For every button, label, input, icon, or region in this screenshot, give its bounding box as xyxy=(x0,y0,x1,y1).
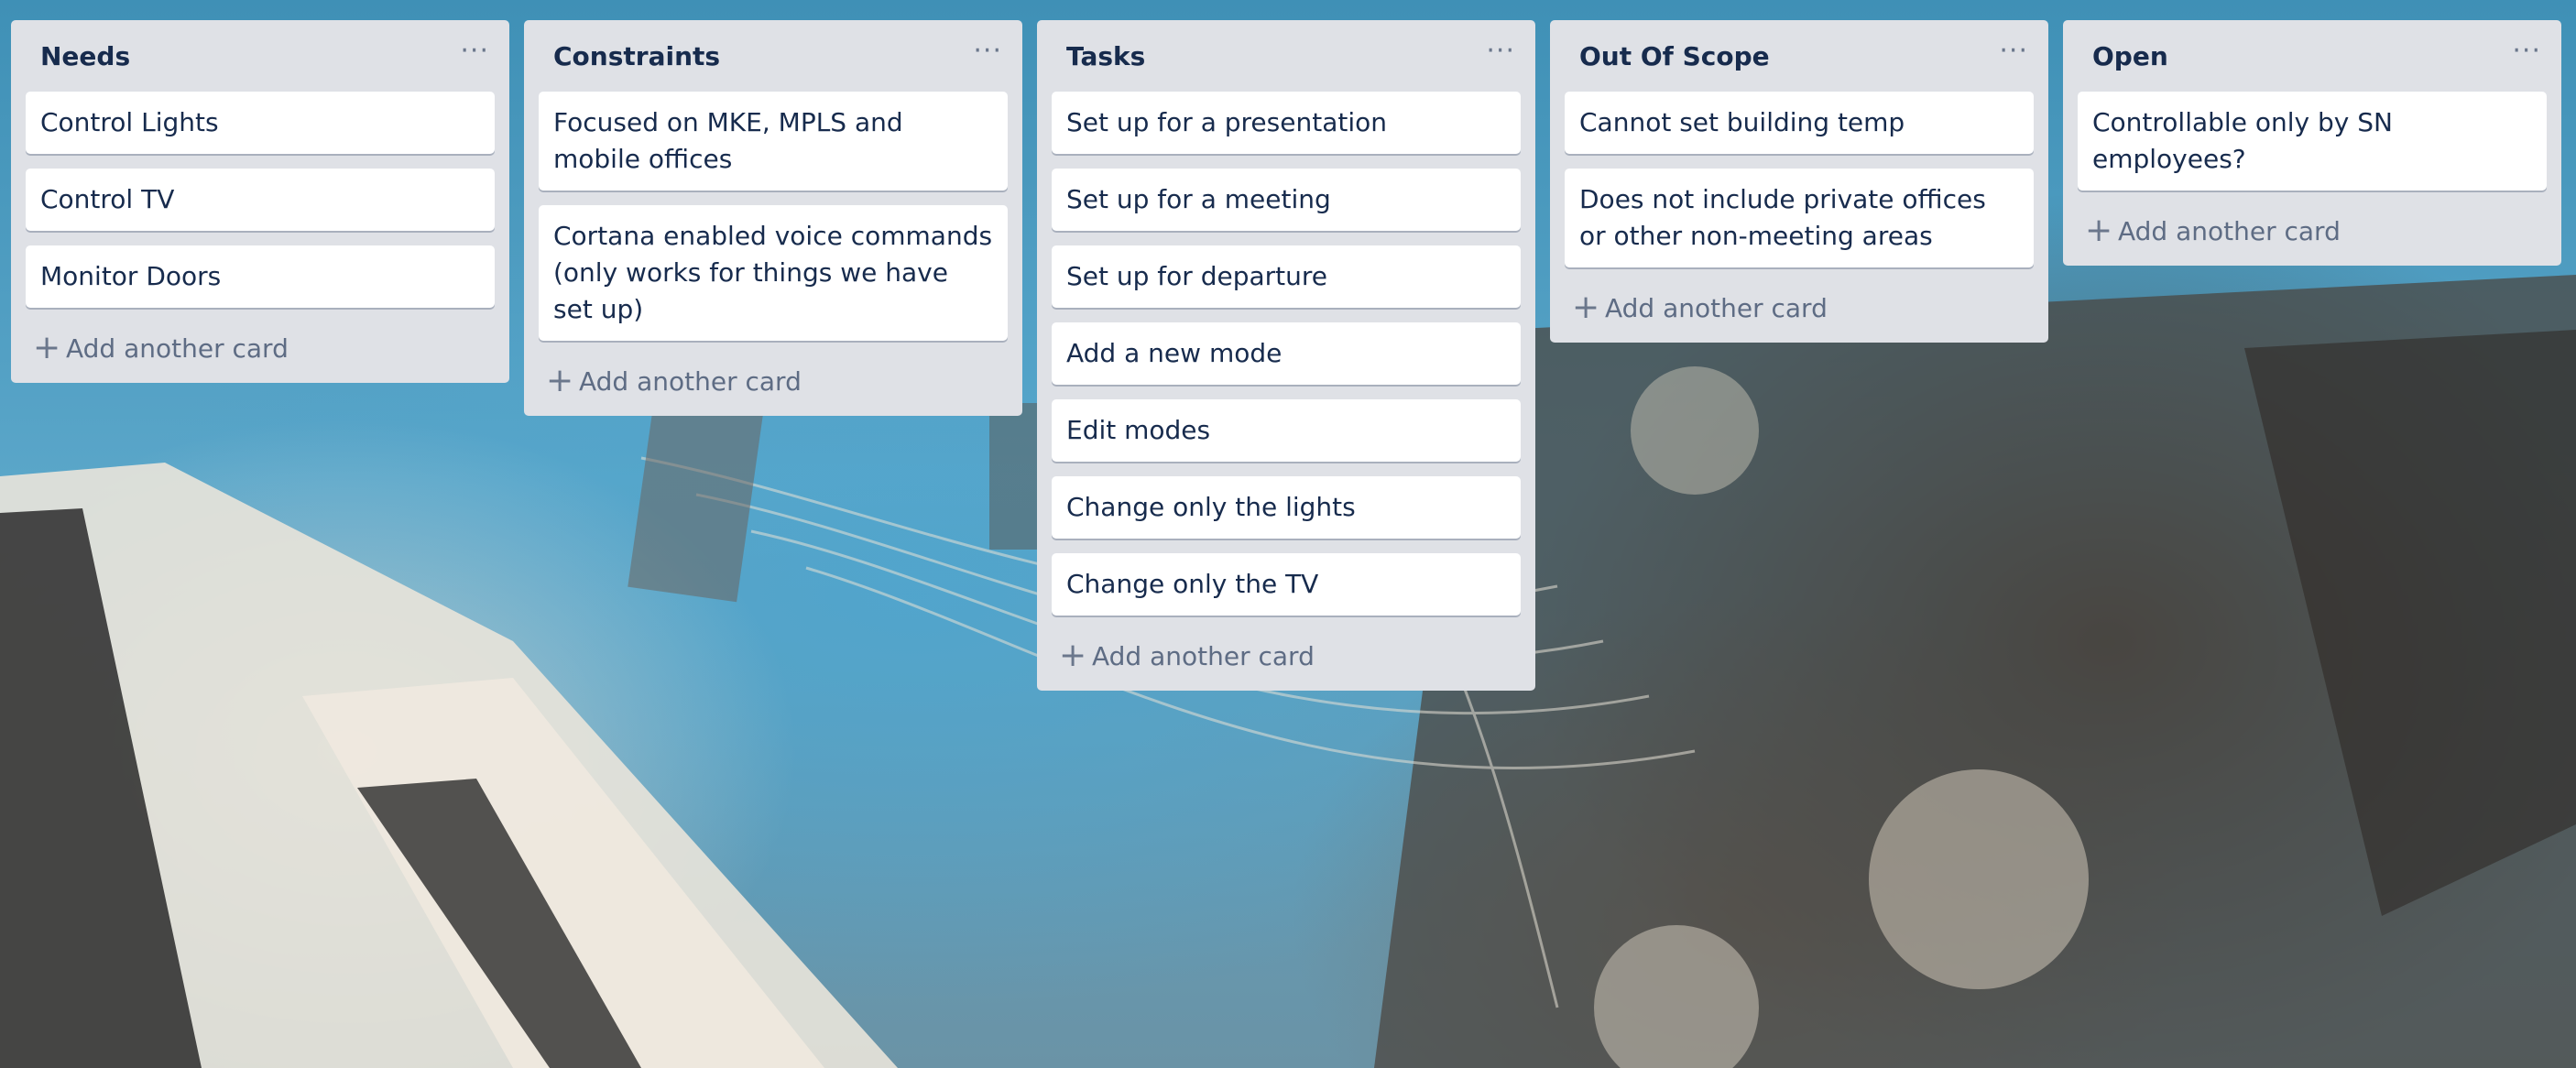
board: Needs ··· Control Lights Control TV Moni… xyxy=(11,20,2561,691)
more-horizontal-icon[interactable]: ··· xyxy=(2512,38,2541,74)
plus-icon: + xyxy=(1059,637,1087,674)
add-card-label: Add another card xyxy=(2118,215,2341,246)
more-horizontal-icon[interactable]: ··· xyxy=(1999,38,2028,74)
card[interactable]: Change only the lights xyxy=(1052,476,1521,539)
plus-icon: + xyxy=(1572,289,1600,326)
list-title[interactable]: Needs xyxy=(40,41,130,71)
list-title[interactable]: Out Of Scope xyxy=(1579,41,1770,71)
list-constraints: Constraints ··· Focused on MKE, MPLS and… xyxy=(524,20,1022,416)
list-title[interactable]: Tasks xyxy=(1066,41,1145,71)
list-title[interactable]: Constraints xyxy=(553,41,720,71)
list-header: Tasks ··· xyxy=(1052,20,1521,92)
plus-icon: + xyxy=(546,362,574,399)
add-card-button[interactable]: + Add another card xyxy=(1052,628,1521,680)
list-open: Open ··· Controllable only by SN employe… xyxy=(2063,20,2561,266)
add-card-button[interactable]: + Add another card xyxy=(2078,203,2547,255)
card-list: Set up for a presentation Set up for a m… xyxy=(1052,92,1521,616)
card[interactable]: Control Lights xyxy=(26,92,495,154)
plus-icon: + xyxy=(2085,212,2113,249)
list-header: Needs ··· xyxy=(26,20,495,92)
add-card-label: Add another card xyxy=(66,332,289,364)
card[interactable]: Set up for a meeting xyxy=(1052,169,1521,231)
card-list: Control Lights Control TV Monitor Doors xyxy=(26,92,495,308)
card[interactable]: Add a new mode xyxy=(1052,322,1521,385)
add-card-label: Add another card xyxy=(579,365,802,397)
card-list: Cannot set building temp Does not includ… xyxy=(1565,92,2034,267)
card[interactable]: Edit modes xyxy=(1052,399,1521,462)
card-list: Controllable only by SN employees? xyxy=(2078,92,2547,191)
list-header: Open ··· xyxy=(2078,20,2547,92)
list-title[interactable]: Open xyxy=(2092,41,2168,71)
list-out-of-scope: Out Of Scope ··· Cannot set building tem… xyxy=(1550,20,2048,343)
more-horizontal-icon[interactable]: ··· xyxy=(1486,38,1515,74)
more-horizontal-icon[interactable]: ··· xyxy=(460,38,489,74)
card[interactable]: Change only the TV xyxy=(1052,553,1521,616)
add-card-button[interactable]: + Add another card xyxy=(1565,280,2034,332)
add-card-button[interactable]: + Add another card xyxy=(539,354,1008,405)
list-tasks: Tasks ··· Set up for a presentation Set … xyxy=(1037,20,1535,691)
list-header: Out Of Scope ··· xyxy=(1565,20,2034,92)
list-needs: Needs ··· Control Lights Control TV Moni… xyxy=(11,20,509,383)
add-card-button[interactable]: + Add another card xyxy=(26,321,495,372)
card[interactable]: Control TV xyxy=(26,169,495,231)
card[interactable]: Set up for a presentation xyxy=(1052,92,1521,154)
card[interactable]: Monitor Doors xyxy=(26,245,495,308)
add-card-label: Add another card xyxy=(1605,292,1828,323)
more-horizontal-icon[interactable]: ··· xyxy=(973,38,1002,74)
card[interactable]: Controllable only by SN employees? xyxy=(2078,92,2547,191)
card[interactable]: Cortana enabled voice commands (only wor… xyxy=(539,205,1008,341)
card[interactable]: Cannot set building temp xyxy=(1565,92,2034,154)
card[interactable]: Focused on MKE, MPLS and mobile offices xyxy=(539,92,1008,191)
plus-icon: + xyxy=(33,329,61,366)
card-list: Focused on MKE, MPLS and mobile offices … xyxy=(539,92,1008,341)
add-card-label: Add another card xyxy=(1092,640,1315,671)
card[interactable]: Does not include private offices or othe… xyxy=(1565,169,2034,267)
card[interactable]: Set up for departure xyxy=(1052,245,1521,308)
list-header: Constraints ··· xyxy=(539,20,1008,92)
